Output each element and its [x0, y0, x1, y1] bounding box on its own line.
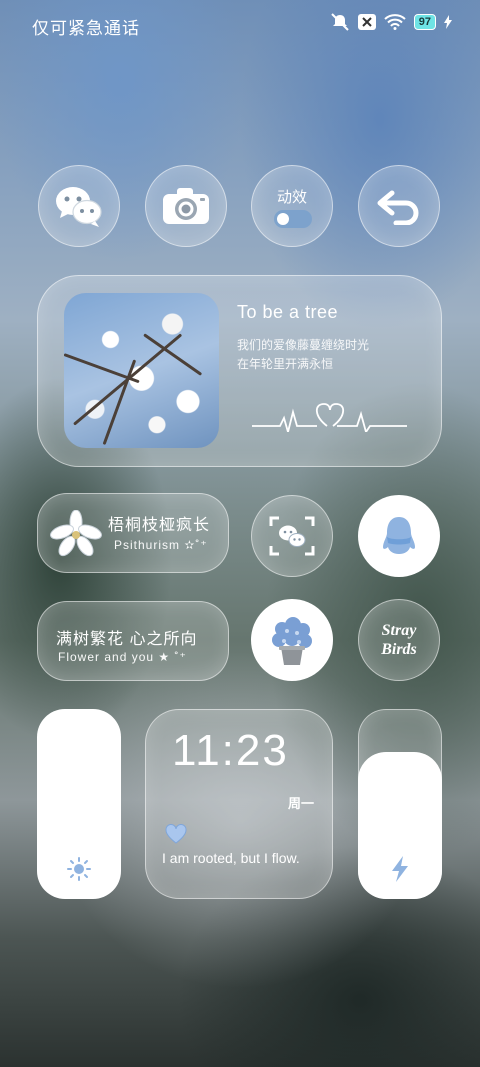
weekday-label: 周一	[288, 796, 315, 811]
lightning-icon	[392, 856, 408, 882]
song-title: To be a tree	[237, 302, 339, 322]
status-icons: 97	[330, 13, 452, 31]
blue-heart-icon	[165, 824, 187, 844]
lyric-line-2: 在年轮里开满永恒	[237, 357, 334, 371]
camera-icon	[163, 188, 209, 224]
flower-title: 满树繁花 心之所向	[56, 631, 198, 648]
carrier-status-text: 仅可紧急通话	[32, 19, 140, 38]
stray-birds-text: Stray Birds	[381, 621, 417, 659]
power-slider-fill[interactable]	[358, 752, 442, 899]
camera-button[interactable]	[145, 165, 227, 247]
animation-toggle-widget[interactable]: 动效	[251, 165, 333, 247]
wechat-button[interactable]	[38, 165, 120, 247]
qq-penguin-icon	[383, 517, 415, 554]
switch-knob	[277, 213, 289, 225]
birds-word: Birds	[381, 641, 417, 658]
charging-icon	[444, 15, 452, 29]
flower-subtitle: Flower and you ★ ˚⁺	[58, 650, 187, 664]
battery-icon: 97	[413, 14, 436, 30]
wechat-scan-button[interactable]	[251, 495, 333, 577]
stray-birds-button[interactable]: Stray Birds	[358, 599, 440, 681]
stray-word: Stray	[381, 622, 417, 639]
back-button[interactable]	[358, 165, 440, 247]
lily-flower-icon	[50, 510, 102, 557]
song-lyrics: 我们的爱像藤蔓缠绕时光 在年轮里开满永恒	[237, 336, 369, 374]
wifi-icon	[384, 14, 406, 30]
qq-button[interactable]	[358, 495, 440, 577]
wechat-icon	[56, 187, 102, 227]
brightness-slider[interactable]	[37, 709, 121, 899]
wechat-scan-icon	[269, 516, 315, 556]
clock-time: 11:23	[172, 726, 289, 775]
psithurism-subtitle: Psithurism ✫˚⁺	[114, 538, 208, 552]
lyric-line-1: 我们的爱像藤蔓缠绕时光	[237, 338, 370, 352]
heartbeat-line-icon	[252, 403, 407, 432]
quote-text: I am rooted, but I flow.	[162, 850, 300, 866]
mute-bell-icon	[331, 13, 349, 31]
album-photo[interactable]	[64, 293, 219, 448]
hydrangea-button[interactable]	[251, 599, 333, 681]
flower-pill[interactable]: 满树繁花 心之所向 Flower and you ★ ˚⁺	[37, 601, 229, 681]
psithurism-title: 梧桐枝桠疯长	[108, 517, 211, 534]
x-badge-icon	[357, 14, 376, 30]
animation-switch[interactable]	[274, 210, 312, 228]
hydrangea-pot-icon	[272, 617, 312, 665]
psithurism-pill[interactable]: 梧桐枝桠疯长 Psithurism ✫˚⁺	[37, 493, 229, 573]
animation-label: 动效	[276, 189, 307, 206]
back-arrow-icon	[377, 190, 419, 225]
brightness-sun-icon	[67, 857, 91, 881]
